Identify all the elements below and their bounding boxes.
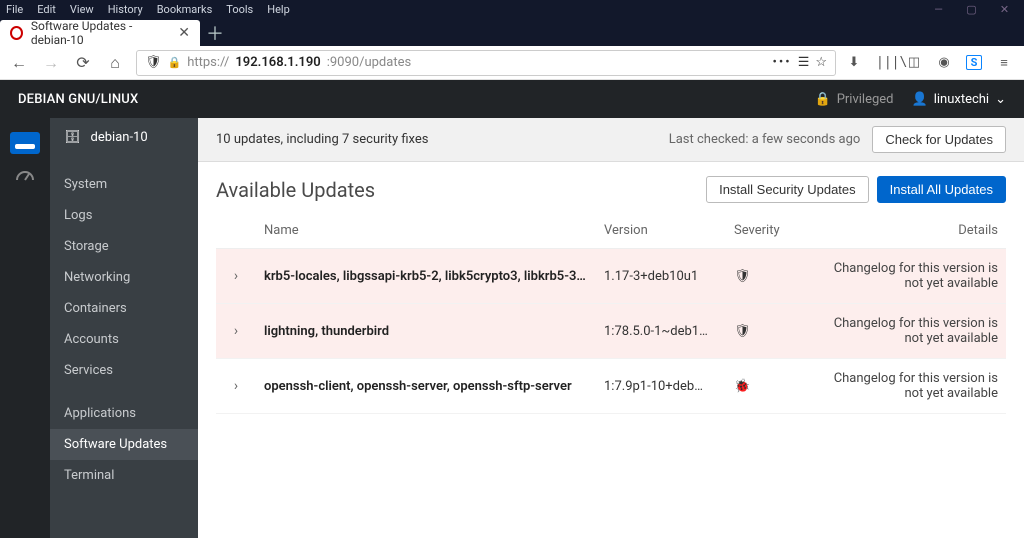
col-details: Details (816, 213, 1006, 249)
row-details: Changelog for this version is not yet av… (816, 249, 1006, 304)
row-name: krb5-locales, libgssapi-krb5-2, libk5cry… (256, 249, 596, 304)
security-icon: 🛡 (734, 269, 751, 284)
menu-view[interactable]: View (70, 3, 94, 16)
privileged-indicator[interactable]: 🔒 Privileged (815, 92, 894, 107)
window-controls: — ▢ ✕ (933, 3, 1018, 16)
chevron-right-icon[interactable]: › (234, 378, 238, 394)
downloads-icon[interactable]: ⬇ (846, 55, 862, 70)
col-version: Version (596, 213, 726, 249)
menu-edit[interactable]: Edit (37, 3, 56, 16)
bug-icon: 🐞 (734, 379, 750, 394)
sidebar-item-accounts[interactable]: Accounts (50, 324, 198, 355)
forward-button[interactable]: → (40, 52, 62, 74)
install-security-button[interactable]: Install Security Updates (706, 176, 869, 203)
updates-summary: 10 updates, including 7 security fixes (216, 132, 428, 147)
table-header-row: Name Version Severity Details (216, 213, 1006, 249)
sidebar-item-software-updates[interactable]: Software Updates (50, 429, 198, 460)
content-area: 10 updates, including 7 security fixes L… (198, 118, 1024, 538)
col-name: Name (256, 213, 596, 249)
close-button[interactable]: ✕ (999, 3, 1010, 16)
sidebar-item-containers[interactable]: Containers (50, 293, 198, 324)
sidebar-item-services[interactable]: Services (50, 355, 198, 386)
row-details: Changelog for this version is not yet av… (816, 304, 1006, 359)
maximize-button[interactable]: ▢ (966, 3, 977, 16)
row-version: 1:78.5.0-1~deb1… (596, 304, 726, 359)
rail-dashboard[interactable] (10, 132, 40, 154)
sidebar-item-networking[interactable]: Networking (50, 262, 198, 293)
col-severity: Severity (726, 213, 816, 249)
url-suffix: :9090/updates (327, 55, 411, 70)
toolbar-icons: ⬇ |||\ ◫ ◉ S ≡ (846, 55, 1016, 71)
browser-tab[interactable]: Software Updates - debian-10 ✕ (0, 20, 200, 46)
lock-icon: 🔒 (815, 92, 831, 107)
main-layout: 🗄 debian-10 System Logs Storage Networki… (0, 118, 1024, 538)
account-icon[interactable]: ◉ (936, 55, 952, 70)
os-title: DEBIAN GNU/LINUX (18, 92, 138, 107)
debian-favicon-icon (10, 26, 23, 40)
bookmark-star-icon[interactable]: ☆ (815, 55, 827, 70)
updates-table: Name Version Severity Details › krb5-loc… (216, 213, 1006, 414)
menu-tools[interactable]: Tools (226, 3, 253, 16)
library-icon[interactable]: |||\ (876, 55, 892, 70)
nav-rail (0, 118, 50, 538)
row-details: Changelog for this version is not yet av… (816, 359, 1006, 414)
reader-mode-icon[interactable]: ☰ (798, 55, 810, 70)
row-name: lightning, thunderbird (256, 304, 596, 359)
table-row[interactable]: › openssh-client, openssh-server, openss… (216, 359, 1006, 414)
user-icon: 👤 (912, 92, 928, 107)
host-name: debian-10 (91, 130, 148, 145)
url-scheme: https:// (187, 55, 229, 70)
menu-file[interactable]: File (6, 3, 23, 16)
sidebar-item-system[interactable]: System (50, 169, 198, 200)
row-version: 1.17-3+deb10u1 (596, 249, 726, 304)
menu-history[interactable]: History (108, 3, 143, 16)
table-row[interactable]: › lightning, thunderbird 1:78.5.0-1~deb1… (216, 304, 1006, 359)
new-tab-button[interactable]: ＋ (200, 20, 230, 46)
sidebar-item-applications[interactable]: Applications (50, 398, 198, 429)
page-actions-icon[interactable]: ••• (773, 55, 792, 70)
tab-title: Software Updates - debian-10 (31, 19, 170, 47)
dashboard-icon (15, 137, 35, 149)
back-button[interactable]: ← (8, 52, 30, 74)
url-bar[interactable]: 🛡 🔒 https:// 192.168.1.190 :9090/updates •… (136, 50, 836, 76)
chevron-right-icon[interactable]: › (234, 323, 238, 339)
menu-help[interactable]: Help (267, 3, 290, 16)
sidebar-item-terminal[interactable]: Terminal (50, 460, 198, 491)
row-version: 1:7.9p1-10+deb… (596, 359, 726, 414)
table-row[interactable]: › krb5-locales, libgssapi-krb5-2, libk5c… (216, 249, 1006, 304)
sidebar: 🗄 debian-10 System Logs Storage Networki… (50, 118, 198, 538)
rail-gauge[interactable] (10, 164, 40, 186)
browser-tabstrip: Software Updates - debian-10 ✕ ＋ (0, 18, 1024, 46)
extension-s-icon[interactable]: S (966, 55, 982, 70)
tab-close-icon[interactable]: ✕ (178, 26, 190, 40)
security-icon: 🛡 (734, 324, 751, 339)
cockpit-header: DEBIAN GNU/LINUX 🔒 Privileged 👤 linuxtec… (0, 80, 1024, 118)
updates-toolbar: 10 updates, including 7 security fixes L… (198, 118, 1024, 162)
sidebar-item-logs[interactable]: Logs (50, 200, 198, 231)
os-menubar: File Edit View History Bookmarks Tools H… (0, 0, 1024, 18)
install-all-button[interactable]: Install All Updates (877, 176, 1006, 203)
chevron-down-icon: ⌄ (995, 92, 1006, 107)
check-updates-button[interactable]: Check for Updates (872, 126, 1006, 153)
reload-button[interactable]: ⟳ (72, 52, 94, 74)
last-checked-text: Last checked: a few seconds ago (669, 132, 861, 147)
row-name: openssh-client, openssh-server, openssh-… (256, 359, 596, 414)
sidebar-host[interactable]: 🗄 debian-10 (50, 118, 198, 157)
home-button[interactable]: ⌂ (104, 52, 126, 74)
lock-icon: 🔒 (168, 56, 182, 69)
shield-icon: 🛡 (145, 55, 162, 70)
sidebar-item-storage[interactable]: Storage (50, 231, 198, 262)
server-icon: 🗄 (64, 130, 81, 145)
url-host: 192.168.1.190 (235, 55, 320, 70)
page-heading-row: Available Updates Install Security Updat… (216, 176, 1006, 203)
gauge-icon (15, 168, 35, 182)
menu-bookmarks[interactable]: Bookmarks (157, 3, 213, 16)
sidebar-icon[interactable]: ◫ (906, 55, 922, 70)
user-menu[interactable]: 👤 linuxtechi ⌄ (912, 92, 1006, 107)
app-menu-icon[interactable]: ≡ (996, 55, 1012, 71)
browser-toolbar: ← → ⟳ ⌂ 🛡 🔒 https:// 192.168.1.190 :9090/u… (0, 46, 1024, 80)
minimize-button[interactable]: — (933, 3, 944, 16)
page-title: Available Updates (216, 178, 375, 202)
chevron-right-icon[interactable]: › (234, 268, 238, 284)
